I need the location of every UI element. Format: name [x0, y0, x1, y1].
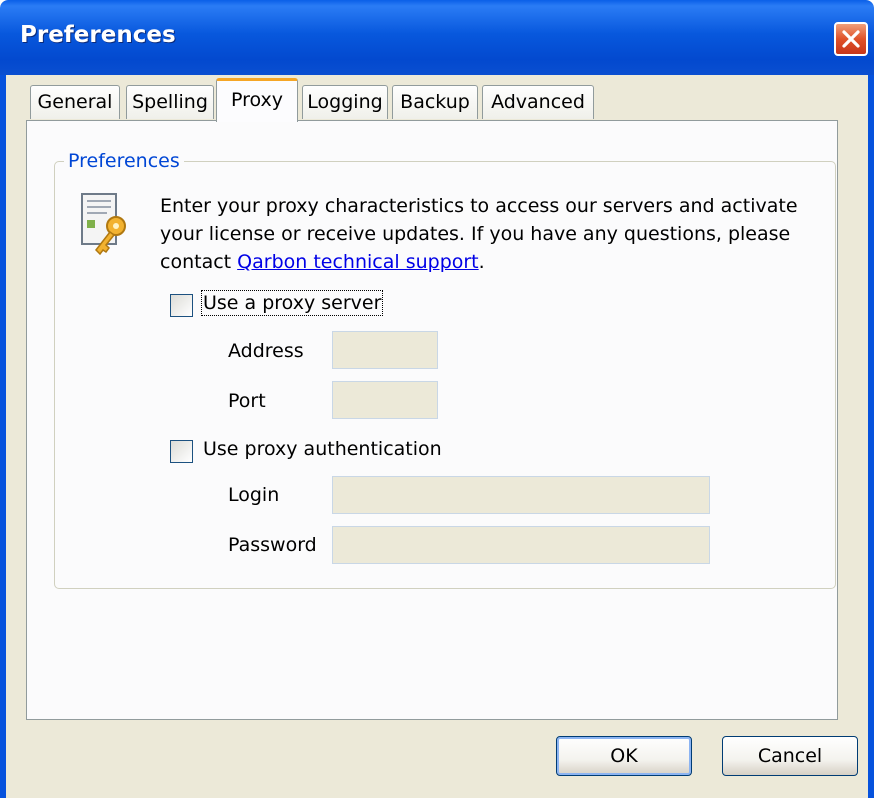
use-auth-label[interactable]: Use proxy authentication — [203, 438, 442, 460]
use-auth-checkbox[interactable] — [170, 440, 193, 463]
use-proxy-checkbox[interactable] — [170, 294, 193, 317]
tab-spelling[interactable]: Spelling — [126, 85, 214, 119]
window-title: Preferences — [20, 22, 176, 48]
password-input[interactable] — [332, 526, 710, 564]
close-icon — [842, 30, 860, 48]
close-button[interactable] — [834, 22, 868, 56]
port-label: Port — [228, 390, 266, 412]
window-frame-left — [0, 75, 6, 798]
ok-button[interactable]: OK — [556, 736, 692, 776]
description-end: . — [478, 251, 485, 273]
tab-logging[interactable]: Logging — [302, 85, 388, 119]
password-label: Password — [228, 534, 317, 556]
proxy-key-icon — [80, 192, 132, 261]
address-label: Address — [228, 340, 304, 362]
title-bar[interactable]: Preferences — [0, 0, 874, 75]
use-proxy-label[interactable]: Use a proxy server — [200, 290, 384, 316]
address-input[interactable] — [332, 331, 438, 369]
tab-backup[interactable]: Backup — [392, 85, 478, 119]
login-input[interactable] — [332, 476, 710, 514]
support-link[interactable]: Qarbon technical support — [237, 251, 478, 273]
port-input[interactable] — [332, 381, 438, 419]
proxy-description: Enter your proxy characteristics to acce… — [160, 192, 820, 276]
tab-general[interactable]: General — [30, 85, 120, 119]
window-frame-right — [868, 75, 874, 798]
login-label: Login — [228, 484, 280, 506]
cancel-button[interactable]: Cancel — [722, 736, 858, 776]
tab-advanced[interactable]: Advanced — [482, 85, 594, 119]
preferences-window: Preferences General Spelling Proxy Loggi… — [0, 0, 874, 798]
tab-proxy[interactable]: Proxy — [216, 78, 298, 122]
groupbox-label: Preferences — [64, 150, 184, 172]
